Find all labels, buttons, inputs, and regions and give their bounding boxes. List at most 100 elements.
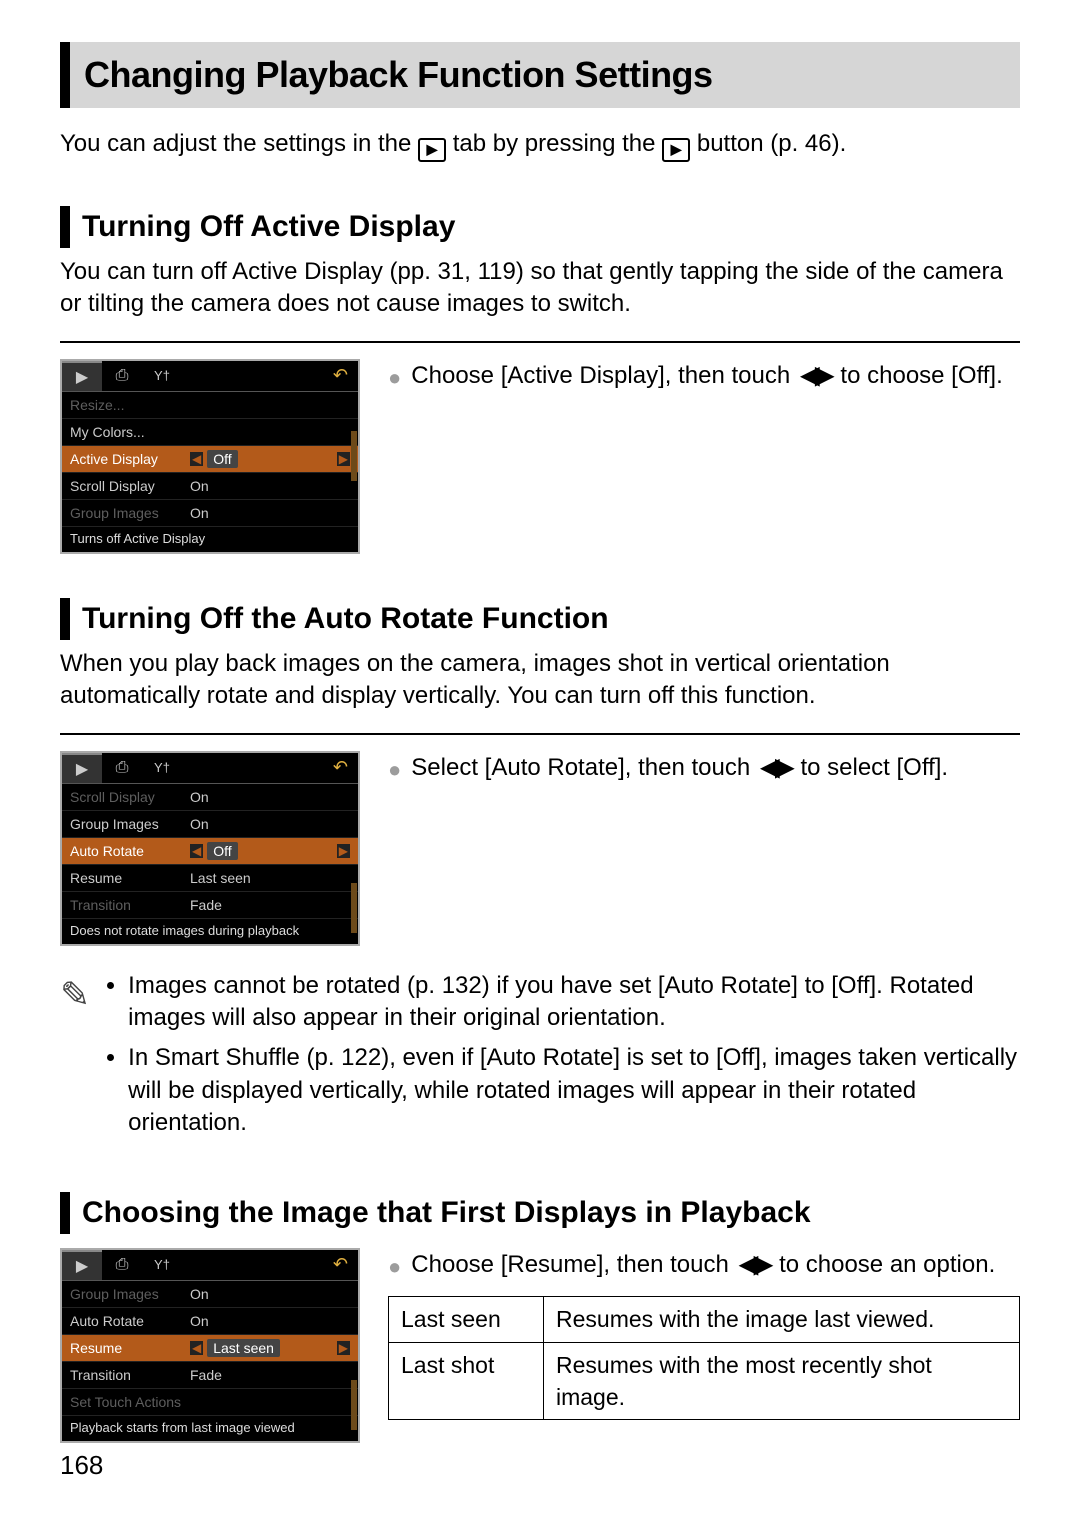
lcd-row-value: On <box>190 478 209 494</box>
lcd-row-value: On <box>190 816 209 832</box>
print-tab-icon: ⎙ <box>102 754 142 782</box>
lcd-row-value: On <box>190 1313 209 1329</box>
body-active-display: You can turn off Active Display (pp. 31,… <box>60 256 1020 321</box>
lcd-row-label: Scroll Display <box>70 478 190 494</box>
bullet-icon: ● <box>388 1252 401 1283</box>
lcd-help-text: Turns off Active Display <box>62 527 358 548</box>
lcd-row-label: Group Images <box>70 816 190 832</box>
heading-auto-rotate: Turning Off the Auto Rotate Function <box>60 598 1020 640</box>
tools-tab-icon: Y† <box>142 754 182 782</box>
lcd-menu-row: Group ImagesOn <box>62 500 358 527</box>
lcd-row-value: Fade <box>190 1367 222 1383</box>
note-item: Images cannot be rotated (p. 132) if you… <box>128 970 1020 1035</box>
play-tab-icon: ▶ <box>62 361 102 391</box>
pencil-icon: ✎ <box>60 970 90 1148</box>
lcd-menu-row: Auto Rotate◀Off ▶ <box>62 838 358 865</box>
instruction-pre: Choose [Active Display], then touch <box>411 362 797 389</box>
instruction-active-display: ● Choose [Active Display], then touch ◀▶… <box>388 359 1020 554</box>
lcd-menu-row: ResumeLast seen <box>62 865 358 892</box>
instruction-post: to choose an option. <box>772 1251 995 1278</box>
row-auto-rotate: ▶ ⎙ Y† ↶ Scroll DisplayOnGroup ImagesOnA… <box>60 751 1020 946</box>
instruction-resume: ● Choose [Resume], then touch ◀▶ to choo… <box>388 1248 1020 1443</box>
lcd-row-label: Resume <box>70 1340 190 1356</box>
lcd-help-text: Does not rotate images during playback <box>62 919 358 940</box>
instruction-pre: Select [Auto Rotate], then touch <box>411 754 757 781</box>
return-icon: ↶ <box>333 1254 358 1275</box>
lcd-help-text: Playback starts from last image viewed <box>62 1416 358 1437</box>
lcd-menu-row: Resume◀Last seen ▶ <box>62 1335 358 1362</box>
lcd-selected-value: ◀Off <box>190 450 238 468</box>
lcd-row-label: Set Touch Actions <box>70 1394 190 1410</box>
lcd-resume: ▶ ⎙ Y† ↶ Group ImagesOnAuto RotateOnResu… <box>60 1248 360 1443</box>
lcd-row-label: My Colors... <box>70 424 190 440</box>
separator <box>60 733 1020 735</box>
print-tab-icon: ⎙ <box>102 362 142 390</box>
lcd-row-label: Active Display <box>70 451 190 467</box>
bullet-icon: ● <box>388 755 401 786</box>
lcd-row-label: Resize... <box>70 397 190 413</box>
instruction-post: to choose [Off]. <box>834 362 1003 389</box>
instruction-pre: Choose [Resume], then touch <box>411 1251 735 1278</box>
play-button-icon: ▶ <box>662 138 690 162</box>
lcd-menu-row: Group ImagesOn <box>62 1281 358 1308</box>
lcd-menu-row: Set Touch Actions <box>62 1389 358 1416</box>
right-triangle-icon: ▶ <box>337 844 350 858</box>
row-active-display: ▶ ⎙ Y† ↶ Resize... My Colors... Active Dis… <box>60 359 1020 554</box>
lcd-row-value: Last seen <box>190 870 251 886</box>
lcd-selected-value: ◀Last seen <box>190 1339 280 1357</box>
lcd-row-label: Group Images <box>70 505 190 521</box>
lcd-tabbar: ▶ ⎙ Y† ↶ <box>62 1250 358 1281</box>
left-right-arrows-icon: ◀▶ <box>797 359 834 393</box>
play-tab-icon: ▶ <box>62 1250 102 1280</box>
left-right-arrows-icon: ◀▶ <box>735 1248 772 1282</box>
play-tab-icon: ▶ <box>418 138 446 162</box>
lcd-selected-value: ◀Off <box>190 842 238 860</box>
scrollbar-icon <box>351 431 357 481</box>
option-desc: Resumes with the image last viewed. <box>544 1297 1020 1342</box>
resume-options-table: Last seenResumes with the image last vie… <box>388 1296 1020 1420</box>
lcd-row-label: Transition <box>70 897 190 913</box>
lcd-menu-row: Resize... <box>62 392 358 419</box>
page-number: 168 <box>60 1450 103 1481</box>
lcd-auto-rotate: ▶ ⎙ Y† ↶ Scroll DisplayOnGroup ImagesOnA… <box>60 751 360 946</box>
lcd-menu-row: Scroll DisplayOn <box>62 784 358 811</box>
lcd-menu-row: Active Display◀Off▶ <box>62 446 358 473</box>
lcd-menu-row: TransitionFade <box>62 1362 358 1389</box>
lcd-menu-row: Group ImagesOn <box>62 811 358 838</box>
lcd-row-value: On <box>190 789 209 805</box>
lcd-tabbar: ▶ ⎙ Y† ↶ <box>62 361 358 392</box>
lcd-row-label: Auto Rotate <box>70 1313 190 1329</box>
lcd-row-value: On <box>190 1286 209 1302</box>
intro-text: You can adjust the settings in the ▶ tab… <box>60 128 1020 162</box>
lcd-active-display: ▶ ⎙ Y† ↶ Resize... My Colors... Active Dis… <box>60 359 360 554</box>
instruction-auto-rotate: ● Select [Auto Rotate], then touch ◀▶ to… <box>388 751 1020 946</box>
lcd-row-label: Resume <box>70 870 190 886</box>
right-triangle-icon: ▶ <box>337 1341 350 1355</box>
manual-page: Changing Playback Function Settings You … <box>0 0 1080 1521</box>
lcd-tabbar: ▶ ⎙ Y† ↶ <box>62 753 358 784</box>
lcd-menu-row: Scroll DisplayOn <box>62 473 358 500</box>
lcd-menu-row: My Colors... <box>62 419 358 446</box>
separator <box>60 341 1020 343</box>
print-tab-icon: ⎙ <box>102 1251 142 1279</box>
bullet-icon: ● <box>388 363 401 394</box>
heading-resume: Choosing the Image that First Displays i… <box>60 1192 1020 1234</box>
tools-tab-icon: Y† <box>142 362 182 390</box>
lcd-row-value: Fade <box>190 897 222 913</box>
row-resume: ▶ ⎙ Y† ↶ Group ImagesOnAuto RotateOnResu… <box>60 1248 1020 1443</box>
play-tab-icon: ▶ <box>62 753 102 783</box>
table-row: Last shotResumes with the most recently … <box>389 1342 1020 1419</box>
page-title: Changing Playback Function Settings <box>60 42 1020 108</box>
lcd-row-label: Scroll Display <box>70 789 190 805</box>
intro-post: button (p. 46). <box>697 130 846 157</box>
lcd-row-value: On <box>190 505 209 521</box>
lcd-row-label: Auto Rotate <box>70 843 190 859</box>
left-right-arrows-icon: ◀▶ <box>757 751 794 785</box>
heading-active-display: Turning Off Active Display <box>60 206 1020 248</box>
return-icon: ↶ <box>333 365 358 386</box>
option-desc: Resumes with the most recently shot imag… <box>544 1342 1020 1419</box>
notes-list: Images cannot be rotated (p. 132) if you… <box>110 970 1020 1148</box>
table-row: Last seenResumes with the image last vie… <box>389 1297 1020 1342</box>
tools-tab-icon: Y† <box>142 1251 182 1279</box>
instruction-post: to select [Off]. <box>794 754 948 781</box>
